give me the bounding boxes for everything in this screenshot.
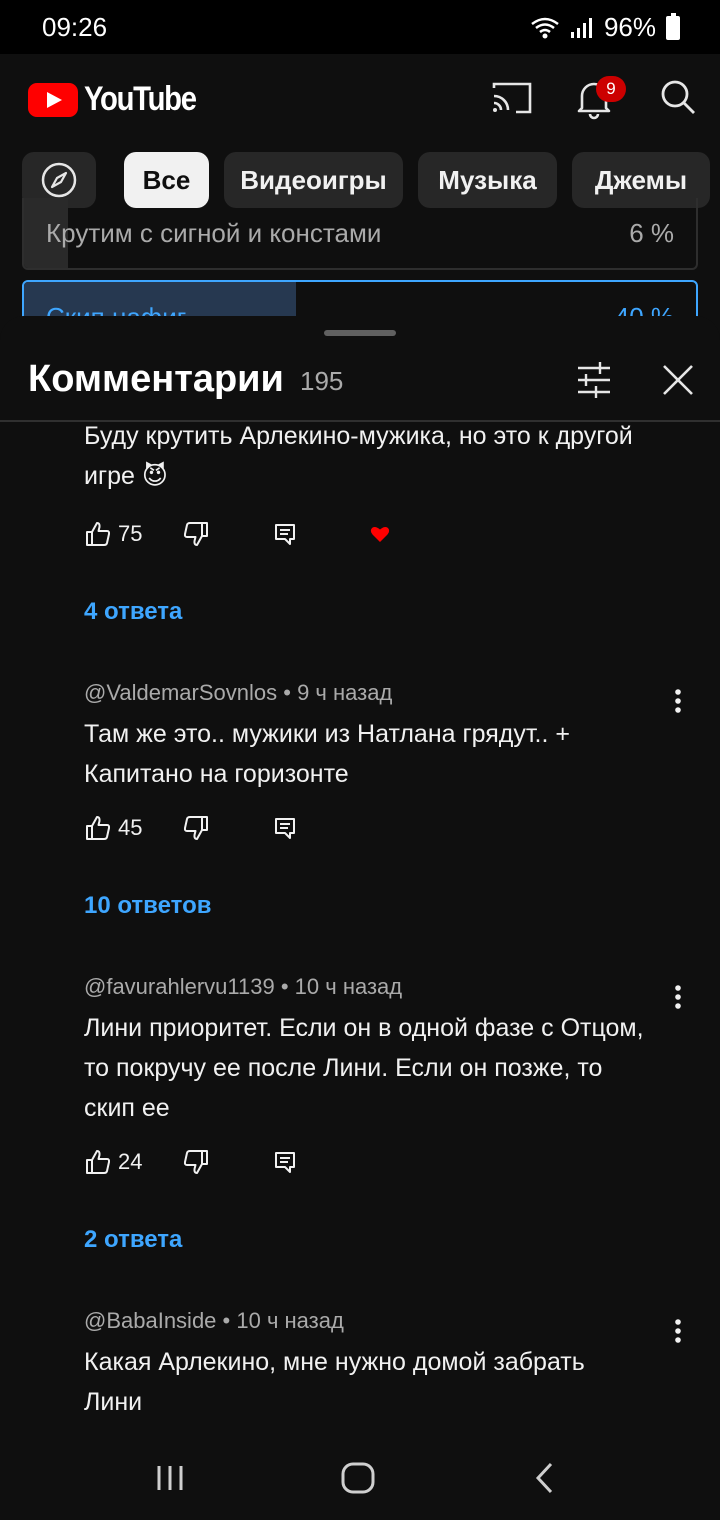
thumbs-down-icon [183, 816, 208, 840]
reply-button[interactable] [272, 1142, 298, 1182]
replies-link[interactable]: 10 ответов [84, 892, 212, 920]
battery-percent: 96% [603, 12, 656, 42]
comment-actions: 24 [84, 1142, 424, 1182]
comment: @BabaInside • 10 ч назад Какая Арлекино,… [84, 1308, 644, 1422]
reply-button[interactable] [272, 808, 298, 848]
thumbs-up-icon [86, 522, 111, 546]
android-nav-bar [0, 1436, 720, 1520]
comment-meta: @BabaInside • 10 ч назад [84, 1308, 344, 1333]
comment-actions: 45 [84, 808, 424, 848]
poll-option[interactable]: Крутим с сигной и констами 6 % [22, 198, 698, 270]
recents-icon[interactable] [150, 1458, 190, 1498]
comments-sheet: Комментарии 195 Буду крутить Арлекино-му… [0, 316, 720, 1436]
thumbs-down-icon [183, 522, 208, 546]
comments-count: 195 [300, 366, 344, 396]
dislike-button[interactable] [182, 808, 210, 848]
reply-button[interactable] [272, 514, 298, 554]
creator-heart [370, 514, 390, 554]
comment: @favurahlervu1139 • 10 ч назад Лини прио… [84, 974, 644, 1128]
search-icon[interactable] [654, 74, 702, 122]
poll-option-label: Крутим с сигной и констами [46, 218, 382, 248]
dislike-button[interactable] [182, 514, 210, 554]
logo-text: YouTube [84, 80, 197, 118]
comment-time: 10 ч назад [236, 1308, 344, 1333]
more-options-icon[interactable] [664, 978, 692, 1018]
thumbs-down-icon [183, 1150, 208, 1174]
drag-handle[interactable] [324, 330, 396, 336]
like-count: 75 [118, 521, 143, 546]
more-options-icon[interactable] [664, 682, 692, 722]
replies-link[interactable]: 4 ответа [84, 598, 182, 626]
cast-icon[interactable] [488, 74, 536, 122]
more-options-icon[interactable] [664, 1312, 692, 1352]
comment: Буду крутить Арлекино-мужика, но это к д… [84, 416, 644, 496]
comment-text: Там же это.. мужики из Натлана грядут.. … [84, 720, 570, 788]
filter-icon[interactable] [572, 358, 616, 402]
comment: @ValdemarSovnlos • 9 ч назад Там же это.… [84, 680, 644, 794]
reply-icon [275, 818, 295, 839]
signal-icon [570, 17, 592, 38]
thumbs-up-icon [86, 1150, 111, 1174]
back-icon[interactable] [526, 1458, 566, 1498]
poll-option-percent: 6 % [629, 218, 674, 248]
comment-meta: @ValdemarSovnlos • 9 ч назад [84, 680, 393, 705]
dislike-button[interactable] [182, 1142, 210, 1182]
like-count: 45 [118, 815, 143, 840]
like-button[interactable]: 24 [84, 1142, 142, 1182]
comment-actions: 75 [84, 514, 424, 554]
notification-badge: 9 [596, 76, 626, 102]
reply-icon [275, 1152, 295, 1173]
comment-time: 10 ч назад [294, 974, 403, 999]
reply-icon [275, 524, 295, 545]
like-count: 24 [118, 1149, 143, 1174]
status-icons: 96% [530, 12, 680, 43]
thumbs-up-icon [86, 816, 111, 840]
youtube-play-icon [28, 82, 78, 117]
comment-author[interactable]: @favurahlervu1139 [84, 974, 275, 999]
comment-text: Лини приоритет. Если он в одной фазе с О… [84, 1014, 644, 1122]
battery-icon [666, 12, 680, 40]
status-time: 09:26 [42, 12, 108, 42]
wifi-icon [531, 17, 559, 38]
comments-title: Комментарии [28, 358, 284, 400]
home-icon[interactable] [338, 1458, 378, 1498]
comment-meta: @favurahlervu1139 • 10 ч назад [84, 974, 403, 999]
comment-text: Какая Арлекино, мне нужно домой забрать … [84, 1348, 585, 1416]
heart-icon [370, 527, 390, 542]
replies-link[interactable]: 2 ответа [84, 1226, 182, 1254]
comment-time: 9 ч назад [297, 680, 393, 705]
youtube-logo[interactable]: YouTube [28, 80, 214, 119]
close-icon[interactable] [656, 358, 700, 402]
comment-text: Буду крутить Арлекино-мужика, но это к д… [84, 422, 633, 490]
compass-icon [41, 162, 77, 198]
like-button[interactable]: 45 [84, 808, 142, 848]
comment-author[interactable]: @ValdemarSovnlos [84, 680, 277, 705]
like-button[interactable]: 75 [84, 514, 142, 554]
status-bar: 09:26 96% [0, 0, 720, 54]
comment-author[interactable]: @BabaInside [84, 1308, 216, 1333]
